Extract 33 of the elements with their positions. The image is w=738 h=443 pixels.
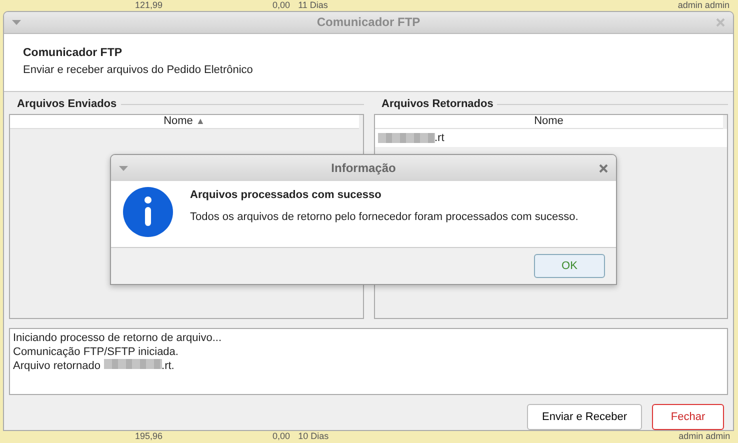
log-line: .rt. [162,360,174,372]
dialog-subtitle: Enviar e receber arquivos do Pedido Eletrônico [23,62,254,78]
log-line: Arquivo retornado [13,360,100,372]
background-cell: 121,99 [135,0,163,11]
background-cell: 0,00 [272,0,290,11]
window-title: Comunicador FTP [316,14,420,32]
caret-icon[interactable] [12,20,21,25]
close-icon[interactable] [599,164,608,172]
message-text: Todos os arquivos de retorno pelo fornecedor foram processados com sucesso. [190,210,578,224]
column-header[interactable]: Nome [374,114,723,129]
group-title: Arquivos Enviados [9,96,364,113]
close-button[interactable]: Fechar [652,404,724,430]
log-line: Comunicação FTP/SFTP iniciada. [13,346,178,358]
dialog-title: Informação [331,160,396,177]
dialog-heading: Comunicador FTP [23,46,124,61]
sort-indicator: ▲ [196,116,205,126]
caret-icon[interactable] [119,166,128,170]
info-icon [123,187,173,237]
background-cell: admin admin [678,431,730,442]
file-name: .rt [434,130,444,146]
column-header[interactable]: Nome ▲ [10,114,358,129]
log-line: Iniciando processo de retorno de arquivo... [13,332,222,344]
background-cell: 0,00 [272,431,290,442]
message-heading: Arquivos processados com sucesso [190,188,382,203]
send-receive-button[interactable]: Enviar e Receber [527,404,642,430]
ok-button[interactable]: OK [534,254,605,278]
group-title: Arquivos Retornados [374,96,728,113]
background-cell: 11 Dias [298,0,328,11]
background-cell: 10 Dias [298,431,329,442]
close-icon[interactable] [716,18,725,27]
background-cell: admin admin [678,0,730,11]
background-cell: 195,96 [135,431,163,442]
table-row[interactable]: .rt [374,128,727,147]
